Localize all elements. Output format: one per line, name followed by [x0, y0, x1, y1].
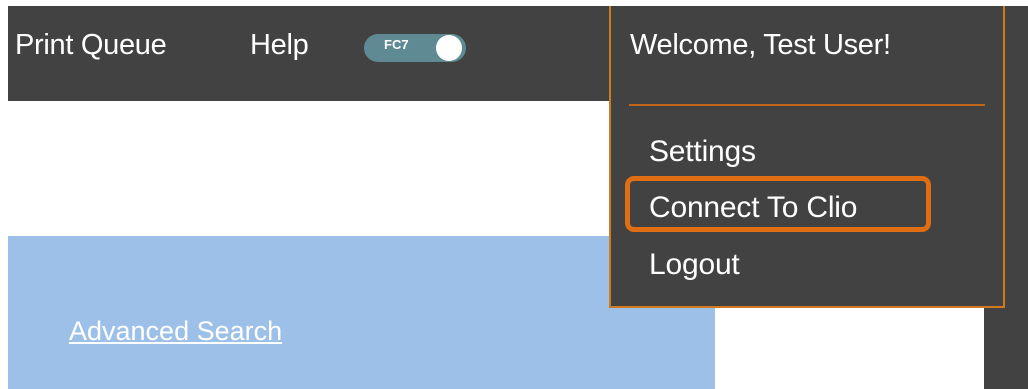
fc7-toggle-switch[interactable]: FC7 — [364, 34, 466, 62]
fc7-toggle-label: FC7 — [384, 37, 409, 52]
nav-help-link[interactable]: Help — [250, 29, 309, 62]
toggle-knob — [436, 35, 462, 61]
menu-item-logout[interactable]: Logout — [649, 248, 740, 282]
nav-print-queue-link[interactable]: Print Queue — [15, 29, 167, 62]
user-dropdown-menu: Welcome, Test User! Settings Connect To … — [609, 6, 1005, 308]
menu-item-settings[interactable]: Settings — [649, 135, 756, 169]
page-left-edge — [0, 0, 8, 389]
advanced-search-link[interactable]: Advanced Search — [69, 316, 282, 347]
welcome-message: Welcome, Test User! — [630, 29, 891, 61]
menu-divider — [629, 104, 985, 106]
menu-item-connect-to-clio[interactable]: Connect To Clio — [649, 191, 857, 225]
